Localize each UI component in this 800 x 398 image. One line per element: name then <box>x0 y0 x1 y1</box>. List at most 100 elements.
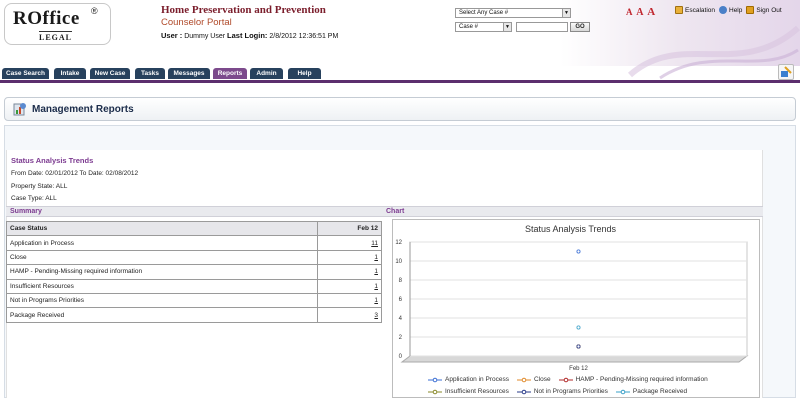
font-small-button[interactable]: A <box>626 7 633 17</box>
top-links: Escalation Help Sign Out <box>675 6 782 14</box>
legend-swatch <box>516 389 531 394</box>
signout-link[interactable]: Sign Out <box>746 6 782 14</box>
user-label: User : <box>161 31 183 40</box>
legend-swatch <box>516 377 531 382</box>
table-row: Close 1 <box>6 249 382 266</box>
help-icon <box>719 6 727 14</box>
legend-item[interactable]: Package Received <box>615 388 688 395</box>
section-header-bar: Summary Chart <box>6 206 763 217</box>
summary-label: Summary <box>10 208 42 215</box>
case-type-select[interactable]: Case # ▼ <box>455 22 512 32</box>
app-title: Home Preservation and Prevention <box>161 4 326 16</box>
y-tick-label: 4 <box>399 316 403 322</box>
report-case-type: Case Type: ALL <box>11 195 57 202</box>
count-link[interactable]: 1 <box>374 254 378 261</box>
data-point[interactable] <box>576 344 581 349</box>
case-select-value: Select Any Case # <box>459 10 509 16</box>
context-help-icon[interactable] <box>778 64 794 80</box>
count-cell: 11 <box>317 235 382 251</box>
count-link[interactable]: 1 <box>374 268 378 275</box>
last-login-label: Last Login: <box>227 31 268 40</box>
tab-tasks[interactable]: Tasks <box>135 68 165 79</box>
user-info: User : Dummy User Last Login: 2/8/2012 1… <box>161 31 338 40</box>
count-cell: 1 <box>317 249 382 266</box>
page-title-bar: Management Reports <box>4 97 796 121</box>
col-case-status: Case Status <box>6 220 318 237</box>
table-row: HAMP - Pending-Missing required informat… <box>6 264 382 280</box>
y-tick-label: 6 <box>399 297 403 303</box>
tab-admin[interactable]: Admin <box>250 68 283 79</box>
tab-messages[interactable]: Messages <box>168 68 210 79</box>
chevron-down-icon: ▼ <box>562 9 570 17</box>
case-type-value: Case # <box>459 24 479 30</box>
chart-floor <box>400 355 749 363</box>
table-row: Application in Process 11 <box>6 235 382 251</box>
legend-item[interactable]: Close <box>516 376 551 383</box>
data-point[interactable] <box>576 249 581 254</box>
status-cell: Not in Programs Priorities <box>6 292 318 309</box>
registered-mark: ® <box>91 6 98 16</box>
table-row: Insufficient Resources 1 <box>6 278 382 294</box>
lock-icon <box>746 6 755 14</box>
count-link[interactable]: 3 <box>374 312 378 319</box>
context-help-glyph <box>781 66 792 77</box>
chart-legend-row: Insufficient Resources Not in Programs Pr… <box>428 388 687 395</box>
status-cell: Close <box>6 249 318 266</box>
main-nav: Case Search Intake New Case Tasks Messag… <box>0 68 800 80</box>
tab-intake[interactable]: Intake <box>54 68 86 79</box>
table-header-row: Case Status Feb 12 <box>6 220 382 237</box>
y-tick-label: 12 <box>395 240 402 246</box>
font-large-button[interactable]: A <box>647 6 655 18</box>
tab-help[interactable]: Help <box>288 68 321 79</box>
legend-item[interactable]: Insufficient Resources <box>428 388 509 395</box>
legend-label: Application in Process <box>445 376 509 383</box>
report-date-range: From Date: 02/01/2012 To Date: 02/08/201… <box>11 170 139 177</box>
count-cell: 3 <box>317 307 382 323</box>
tab-reports[interactable]: Reports <box>213 68 247 79</box>
signout-label: Sign Out <box>756 6 782 14</box>
count-link[interactable]: 11 <box>371 240 378 247</box>
table-row: Not in Programs Priorities 1 <box>6 292 382 309</box>
summary-table: Case Status Feb 12 Application in Proces… <box>6 220 382 323</box>
count-cell: 1 <box>317 278 382 294</box>
logo-subtitle: LEGAL <box>39 31 73 42</box>
status-cell: Insufficient Resources <box>6 278 318 294</box>
chart-label: Chart <box>386 208 405 215</box>
legend-item[interactable]: HAMP - Pending-Missing required informat… <box>558 376 708 383</box>
tab-case-search[interactable]: Case Search <box>2 68 49 79</box>
case-number-input[interactable] <box>516 22 568 32</box>
help-link[interactable]: Help <box>719 6 742 14</box>
count-cell: 1 <box>317 264 382 280</box>
data-point[interactable] <box>576 325 581 330</box>
go-button[interactable]: GO <box>570 22 590 32</box>
legend-label: Package Received <box>632 388 688 395</box>
roffice-logo[interactable]: ROffice ® LEGAL <box>4 3 111 45</box>
font-medium-button[interactable]: A <box>636 7 643 18</box>
status-cell: Application in Process <box>6 235 318 251</box>
page-title: Management Reports <box>32 104 134 115</box>
col-feb-12: Feb 12 <box>317 220 382 237</box>
legend-swatch <box>428 389 442 394</box>
x-tick-label: Feb 12 <box>569 366 588 370</box>
y-tick-label: 0 <box>399 354 403 360</box>
legend-label: Close <box>533 376 551 383</box>
reports-icon <box>13 103 26 116</box>
legend-swatch <box>558 377 573 382</box>
legend-swatch <box>615 389 630 394</box>
count-link[interactable]: 1 <box>374 283 378 290</box>
count-cell: 1 <box>317 292 382 309</box>
legend-item[interactable]: Application in Process <box>428 376 509 383</box>
legend-item[interactable]: Not in Programs Priorities <box>516 388 608 395</box>
case-select[interactable]: Select Any Case # ▼ <box>455 8 571 18</box>
app-subtitle: Counselor Portal <box>161 17 232 28</box>
report-title: Status Analysis Trends <box>11 156 94 165</box>
tab-new-case[interactable]: New Case <box>90 68 130 79</box>
y-tick-label: 8 <box>399 278 403 284</box>
legend-swatch <box>428 377 442 382</box>
escalation-label: Escalation <box>685 6 715 14</box>
chevron-down-icon: ▼ <box>503 23 511 31</box>
escalation-icon <box>675 6 683 14</box>
count-link[interactable]: 1 <box>374 297 378 304</box>
table-row: Package Received 3 <box>6 307 382 323</box>
escalation-link[interactable]: Escalation <box>675 6 715 14</box>
